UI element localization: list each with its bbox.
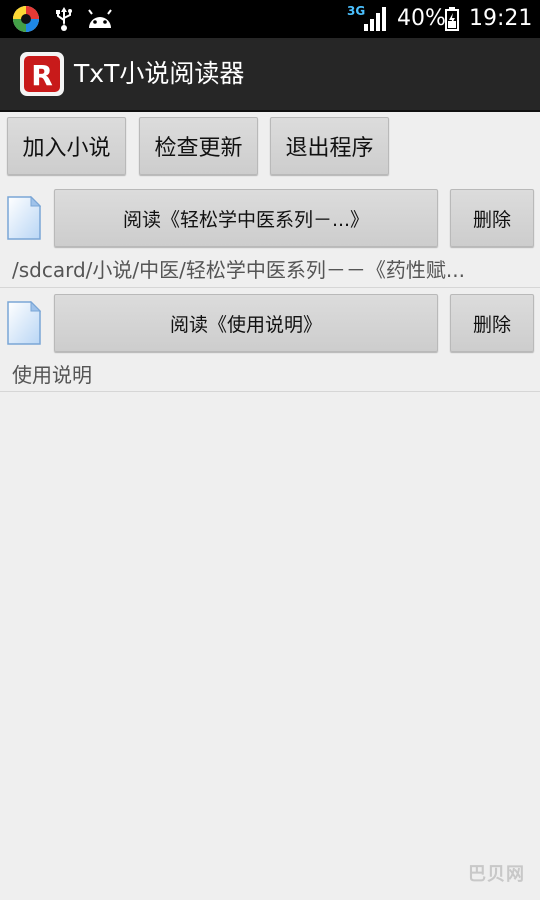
check-update-button[interactable]: 检查更新	[139, 117, 258, 175]
book-path: 使用说明	[12, 363, 92, 387]
app-ball-icon	[13, 6, 39, 32]
network-type: 3G	[347, 4, 366, 18]
read-book-button[interactable]: 阅读《使用说明》	[54, 294, 438, 352]
read-book-button[interactable]: 阅读《轻松学中医系列－...》	[54, 189, 438, 247]
divider	[0, 391, 540, 392]
clock: 19:21	[469, 6, 533, 31]
title-bar: R TxT小说阅读器	[0, 38, 540, 112]
app-logo-icon: R	[20, 52, 64, 96]
delete-book-button[interactable]: 删除	[450, 294, 534, 352]
delete-book-button[interactable]: 删除	[450, 189, 534, 247]
divider	[0, 287, 540, 288]
exit-app-button[interactable]: 退出程序	[270, 117, 389, 175]
status-bar: 3G 40% 19:21	[0, 0, 540, 38]
battery-icon	[445, 7, 459, 31]
battery-percent: 40%	[397, 6, 446, 31]
watermark: 巴贝网	[468, 864, 525, 885]
app-title: TxT小说阅读器	[74, 59, 245, 88]
android-icon	[88, 9, 112, 28]
svg-text:R: R	[31, 59, 53, 92]
usb-icon	[56, 7, 72, 31]
add-novel-button[interactable]: 加入小说	[7, 117, 126, 175]
book-path: /sdcard/小说/中医/轻松学中医系列－－《药性赋...	[12, 258, 465, 282]
document-icon	[7, 301, 41, 345]
document-icon	[7, 196, 41, 240]
signal-icon	[364, 7, 386, 31]
